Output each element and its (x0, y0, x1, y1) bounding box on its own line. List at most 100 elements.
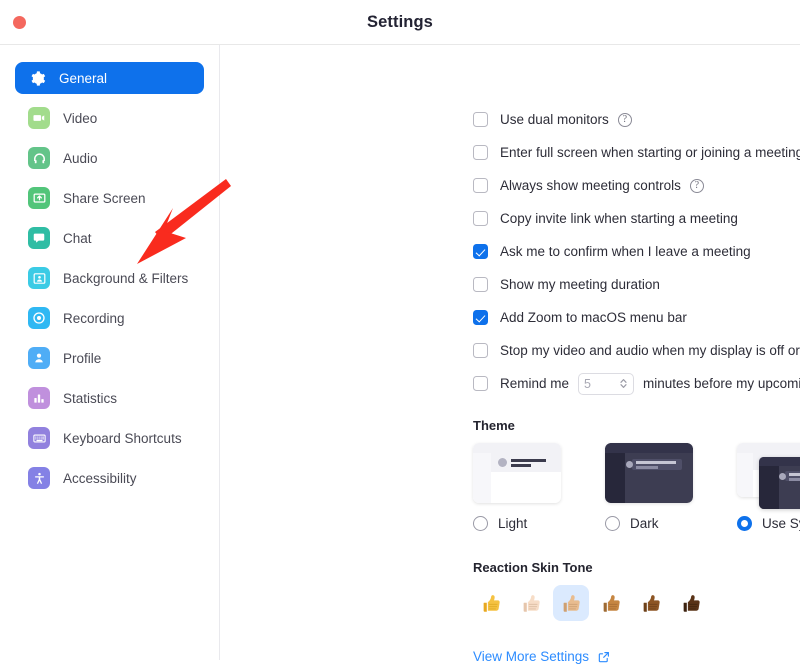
sidebar-item-chat[interactable]: Chat (15, 222, 204, 254)
skin-tone-swatch-default[interactable] (473, 585, 509, 621)
sidebar: General Video Audio Share Screen Chat Ba… (0, 45, 220, 660)
sidebar-item-label: Chat (63, 230, 92, 246)
thumbs-up-icon (683, 594, 700, 612)
sidebar-item-accessibility[interactable]: Accessibility (15, 462, 204, 494)
sidebar-item-video[interactable]: Video (15, 102, 204, 134)
option-always-show-meeting-controls[interactable]: Always show meeting controls ? (473, 169, 800, 202)
accessibility-icon (28, 467, 50, 489)
thumbs-up-icon (643, 594, 660, 612)
sidebar-item-label: Video (63, 110, 98, 126)
option-enter-full-screen[interactable]: Enter full screen when starting or joini… (473, 136, 800, 169)
sidebar-item-label: Statistics (63, 390, 118, 406)
sidebar-item-label: Profile (63, 350, 102, 366)
theme-options: Light Dark Use S (473, 443, 800, 531)
option-remind-me[interactable]: Remind me 5 minutes before my upcoming m… (473, 367, 800, 400)
sidebar-item-share-screen[interactable]: Share Screen (15, 182, 204, 214)
sidebar-item-label: Audio (63, 150, 98, 166)
option-label: Always show meeting controls (500, 178, 681, 193)
window-body: General Video Audio Share Screen Chat Ba… (0, 45, 800, 664)
theme-option-use-system-setting[interactable]: Use System Setting (737, 443, 800, 531)
checkbox[interactable] (473, 112, 488, 127)
skin-tone-swatch-light[interactable] (513, 585, 549, 621)
radio-dark[interactable] (605, 516, 620, 531)
theme-option-dark[interactable]: Dark (605, 443, 737, 531)
sidebar-item-statistics[interactable]: Statistics (15, 382, 204, 414)
checkbox[interactable] (473, 343, 488, 358)
theme-radio-row-use-system-setting[interactable]: Use System Setting (737, 516, 800, 531)
sidebar-item-label: Keyboard Shortcuts (63, 430, 182, 446)
theme-option-label: Dark (630, 516, 659, 531)
sidebar-item-background-filters[interactable]: Background & Filters (15, 262, 204, 294)
checkbox[interactable] (473, 277, 488, 292)
checkbox[interactable] (473, 211, 488, 226)
dark-theme-preview[interactable] (605, 443, 693, 503)
option-label: Add Zoom to macOS menu bar (500, 310, 687, 325)
theme-option-light[interactable]: Light (473, 443, 605, 531)
option-ask-me-to-confirm-leave[interactable]: Ask me to confirm when I leave a meeting (473, 235, 800, 268)
share-screen-icon (28, 187, 50, 209)
reaction-skin-tone-options (473, 585, 800, 621)
option-stop-video-audio-display-off[interactable]: Stop my video and audio when my display … (473, 334, 800, 367)
view-more-settings-label: View More Settings (473, 649, 590, 664)
skin-tone-swatch-dark[interactable] (673, 585, 709, 621)
headphones-icon (28, 147, 50, 169)
sidebar-item-profile[interactable]: Profile (15, 342, 204, 374)
option-use-dual-monitors[interactable]: Use dual monitors ? (473, 103, 800, 136)
view-more-settings-link[interactable]: View More Settings (473, 649, 611, 664)
theme-radio-row-light[interactable]: Light (473, 516, 605, 531)
remind-prefix-label: Remind me (500, 376, 570, 391)
checkbox[interactable] (473, 376, 488, 391)
light-theme-preview[interactable] (473, 443, 561, 503)
theme-radio-row-dark[interactable]: Dark (605, 516, 737, 531)
help-icon[interactable]: ? (689, 178, 704, 193)
checkbox[interactable] (473, 145, 488, 160)
checkbox[interactable] (473, 244, 488, 259)
reminder-minutes-stepper[interactable]: 5 (578, 372, 635, 395)
option-label: Enter full screen when starting or joini… (500, 145, 800, 160)
checkbox[interactable] (473, 310, 488, 325)
sidebar-item-label: Background & Filters (63, 270, 189, 286)
gear-icon (28, 69, 46, 87)
theme-option-label: Light (498, 516, 528, 531)
sidebar-item-general[interactable]: General (15, 62, 204, 94)
bar-chart-icon (28, 387, 50, 409)
title-bar: Settings (0, 0, 800, 45)
video-camera-icon (28, 107, 50, 129)
skin-tone-swatch-medium-dark[interactable] (633, 585, 669, 621)
skin-tone-swatch-medium-light[interactable] (553, 585, 589, 621)
stepper-arrows-icon[interactable] (619, 377, 628, 390)
sidebar-item-recording[interactable]: Recording (15, 302, 204, 334)
thumbs-up-icon (603, 594, 620, 612)
thumbs-up-icon (483, 594, 500, 612)
option-copy-invite-link[interactable]: Copy invite link when starting a meeting (473, 202, 800, 235)
radio-light[interactable] (473, 516, 488, 531)
sidebar-item-label: General (59, 70, 108, 86)
background-filters-icon (28, 267, 50, 289)
option-show-meeting-duration[interactable]: Show my meeting duration (473, 268, 800, 301)
thumbs-up-icon (563, 594, 580, 612)
option-label: Show my meeting duration (500, 277, 660, 292)
reaction-skin-tone-heading: Reaction Skin Tone (473, 560, 593, 575)
theme-option-label: Use System Setting (762, 516, 800, 531)
thumbs-up-icon (523, 594, 540, 612)
option-label: Stop my video and audio when my display … (500, 343, 800, 358)
theme-heading: Theme (473, 418, 515, 433)
system-theme-preview[interactable] (737, 443, 800, 509)
page-title: Settings (367, 12, 433, 31)
option-label: Copy invite link when starting a meeting (500, 211, 738, 226)
record-circle-icon (28, 307, 50, 329)
remind-suffix-label: minutes before my upcoming meetings (643, 376, 800, 391)
option-label: Ask me to confirm when I leave a meeting (500, 244, 751, 259)
sidebar-item-label: Recording (63, 310, 125, 326)
external-link-icon (597, 650, 611, 664)
sidebar-item-keyboard-shortcuts[interactable]: Keyboard Shortcuts (15, 422, 204, 454)
radio-use-system-setting[interactable] (737, 516, 752, 531)
sidebar-item-label: Accessibility (63, 470, 137, 486)
reminder-minutes-value: 5 (584, 376, 591, 391)
checkbox[interactable] (473, 178, 488, 193)
option-add-zoom-to-menu-bar[interactable]: Add Zoom to macOS menu bar (473, 301, 800, 334)
settings-window: Settings General Video Audio Share Scree… (0, 0, 800, 664)
sidebar-item-audio[interactable]: Audio (15, 142, 204, 174)
skin-tone-swatch-medium[interactable] (593, 585, 629, 621)
help-icon[interactable]: ? (617, 112, 632, 127)
